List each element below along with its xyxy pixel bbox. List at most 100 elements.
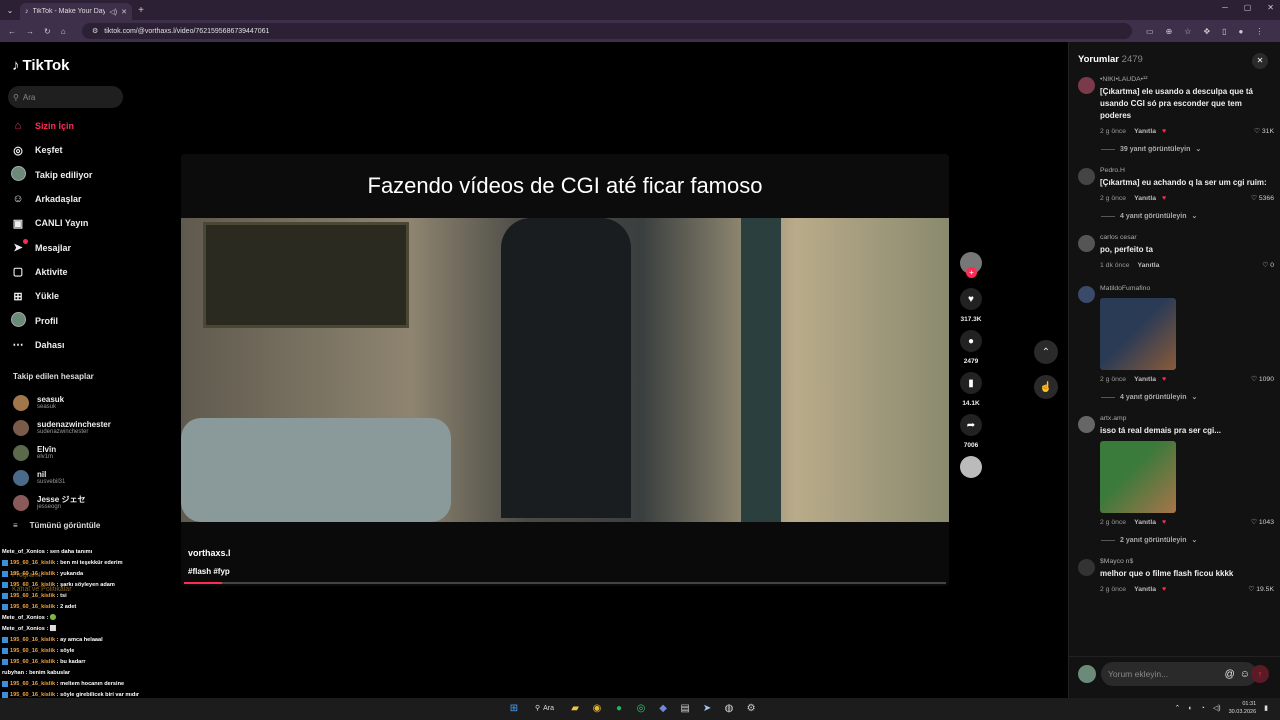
mention-icon[interactable]: @ <box>1225 669 1235 680</box>
minimize-icon[interactable]: ─ <box>1222 3 1228 12</box>
chrome-icon[interactable]: ◉ <box>590 701 604 715</box>
notifications-icon[interactable]: ▮ <box>1264 704 1268 712</box>
avatar[interactable] <box>1078 286 1095 303</box>
see-all-button[interactable]: ≡ Tümünü görüntüle <box>13 521 100 530</box>
nav-item-following[interactable]: Takip ediliyor <box>10 163 130 187</box>
back-icon[interactable]: ← <box>8 27 16 36</box>
bookmark-star-icon[interactable]: ☆ <box>1184 27 1191 36</box>
account-item[interactable]: nil susvebil31 <box>13 465 133 490</box>
comment-user[interactable]: Pedro.H <box>1100 166 1274 176</box>
video-hashtags[interactable]: #flash #fyp <box>188 567 230 576</box>
comment-user[interactable]: artx.amp <box>1100 414 1274 424</box>
taskbar-search[interactable]: ⚲ Ara <box>529 704 560 713</box>
nav-item-activity[interactable]: ▢ Aktivite <box>10 260 130 284</box>
address-bar[interactable]: ⚙ tiktok.com/@vorthaxs.l/video/762159568… <box>82 23 1132 39</box>
video-author[interactable]: vorthaxs.l <box>188 548 231 558</box>
view-replies-button[interactable]: 4 yanıt görüntüleyin ⌄ <box>1100 393 1274 401</box>
zoom-icon[interactable]: ⊕ <box>1166 27 1173 36</box>
cast-icon[interactable]: ▭ <box>1146 27 1154 36</box>
next-video-button[interactable]: ☝ <box>1034 375 1058 399</box>
avatar[interactable] <box>1078 416 1095 433</box>
forward-icon[interactable]: → <box>26 27 34 36</box>
avatar[interactable] <box>1078 168 1095 185</box>
home-page-icon[interactable]: ⌂ <box>61 27 66 36</box>
account-item[interactable]: seasuk seasuk <box>13 390 133 415</box>
comment-likes[interactable]: ♡ 1043 <box>1251 518 1274 526</box>
file-explorer-icon[interactable]: ▰ <box>568 701 582 715</box>
comment-gif[interactable] <box>1100 298 1176 370</box>
sidebar-icon[interactable]: ▯ <box>1222 27 1226 36</box>
reload-icon[interactable]: ↻ <box>44 27 51 36</box>
audio-icon[interactable]: ◁) <box>109 8 117 16</box>
close-comments-button[interactable]: ✕ <box>1252 53 1268 69</box>
nav-item-upload[interactable]: ⊞ Yükle <box>10 284 130 308</box>
sound-button[interactable] <box>955 456 987 478</box>
comment-likes[interactable]: ♡ 31K <box>1254 127 1274 135</box>
tab-list-icon[interactable]: ⌄ <box>0 6 20 15</box>
terminal-icon[interactable]: ▤ <box>678 701 692 715</box>
obs-icon[interactable]: ◍ <box>722 701 736 715</box>
close-window-icon[interactable]: ✕ <box>1267 3 1274 12</box>
send-comment-button[interactable]: ↑ <box>1251 665 1269 683</box>
browser-menu-icon[interactable]: ⋮ <box>1255 27 1263 36</box>
windows-start-icon[interactable]: ⊞ <box>507 701 521 715</box>
nav-item-for-you[interactable]: ⌂ Sizin İçin <box>10 114 130 138</box>
comment-button[interactable]: ● 2479 <box>955 330 987 365</box>
video-player[interactable]: Fazendo vídeos de CGI até ficar famoso v… <box>181 154 949 586</box>
nav-item-friends[interactable]: ☺ Arkadaşlar <box>10 187 130 211</box>
reply-button[interactable]: Yanıtla <box>1137 262 1159 269</box>
nav-item-more[interactable]: ⋯ Dahası <box>10 333 130 357</box>
clock[interactable]: 01:31 30.03.2026 <box>1229 700 1257 716</box>
reply-button[interactable]: Yanıtla <box>1134 519 1156 526</box>
tray-app-icon[interactable]: ◐ <box>1188 705 1192 712</box>
maximize-icon[interactable]: ▢ <box>1244 3 1252 12</box>
browser-tab[interactable]: ♪ TikTok - Make Your Day ◁) ✕ <box>20 3 132 20</box>
comment-likes[interactable]: ♡ 19.5K <box>1248 585 1274 593</box>
site-info-icon[interactable]: ⚙ <box>92 27 98 35</box>
comment-likes[interactable]: ♡ 1090 <box>1251 375 1274 383</box>
comment-likes[interactable]: ♡ 0 <box>1262 261 1274 269</box>
volume-icon[interactable]: ◁) <box>1213 704 1221 712</box>
spotify-icon[interactable]: ● <box>612 701 626 715</box>
tray-chevron-icon[interactable]: ⌃ <box>1175 704 1181 712</box>
view-replies-button[interactable]: 39 yanıt görüntüleyin ⌄ <box>1100 145 1274 153</box>
new-tab-button[interactable]: + <box>132 5 150 16</box>
nav-item-profile[interactable]: Profil <box>10 308 130 332</box>
emoji-icon[interactable]: ☺ <box>1240 669 1250 680</box>
account-item[interactable]: sudenazwinchester sudenazwinchester <box>13 415 133 440</box>
reply-button[interactable]: Yanıtla <box>1134 195 1156 202</box>
reply-button[interactable]: Yanıtla <box>1134 376 1156 383</box>
whatsapp-icon[interactable]: ◎ <box>634 701 648 715</box>
search-input[interactable]: ⚲ Ara <box>8 86 123 108</box>
profile-avatar-icon[interactable]: ● <box>1239 27 1244 36</box>
extensions-icon[interactable]: ✥ <box>1203 27 1210 36</box>
like-button[interactable]: ♥ 317.3K <box>955 288 987 323</box>
view-replies-button[interactable]: 4 yanıt görüntüleyin ⌄ <box>1100 212 1274 220</box>
nav-item-messages[interactable]: ➤ Mesajlar <box>10 235 130 259</box>
comment-input[interactable]: Yorum ekleyin... @ ☺ <box>1101 662 1257 686</box>
avatar[interactable] <box>1078 77 1095 94</box>
comment-user[interactable]: carlos cesar <box>1100 233 1274 243</box>
nav-item-explore[interactable]: ◎ Keşfet <box>10 138 130 162</box>
discord-icon[interactable]: ◆ <box>656 701 670 715</box>
comment-likes[interactable]: ♡ 5366 <box>1251 194 1274 202</box>
tab-close-icon[interactable]: ✕ <box>121 8 127 16</box>
avatar[interactable] <box>1078 235 1095 252</box>
tiktok-logo[interactable]: ♪ TikTok <box>12 57 69 74</box>
follow-plus-icon[interactable]: + <box>966 267 977 278</box>
reply-button[interactable]: Yanıtla <box>1134 586 1156 593</box>
comment-user[interactable]: MatildoFumafino <box>1100 284 1274 294</box>
comment-user[interactable]: •NIKI•LAUDA•¹² <box>1100 75 1274 85</box>
creator-avatar-button[interactable]: + <box>955 252 987 278</box>
steam-icon[interactable]: ➤ <box>700 701 714 715</box>
view-replies-button[interactable]: 2 yanıt görüntüleyin ⌄ <box>1100 536 1274 544</box>
previous-video-button[interactable]: ⌃ <box>1034 340 1058 364</box>
nav-item-live[interactable]: ▣ CANLI Yayın <box>10 211 130 235</box>
share-button[interactable]: ➦ 7006 <box>955 414 987 449</box>
reply-button[interactable]: Yanıtla <box>1134 128 1156 135</box>
comment-user[interactable]: $Mayco n$ <box>1100 557 1274 567</box>
account-item[interactable]: Elvîn elv1m <box>13 440 133 465</box>
account-item[interactable]: Jesse ジェセ jesseogn <box>13 490 133 515</box>
wifi-icon[interactable]: ◔ <box>1201 705 1205 712</box>
save-button[interactable]: ▮ 14.1K <box>955 372 987 407</box>
